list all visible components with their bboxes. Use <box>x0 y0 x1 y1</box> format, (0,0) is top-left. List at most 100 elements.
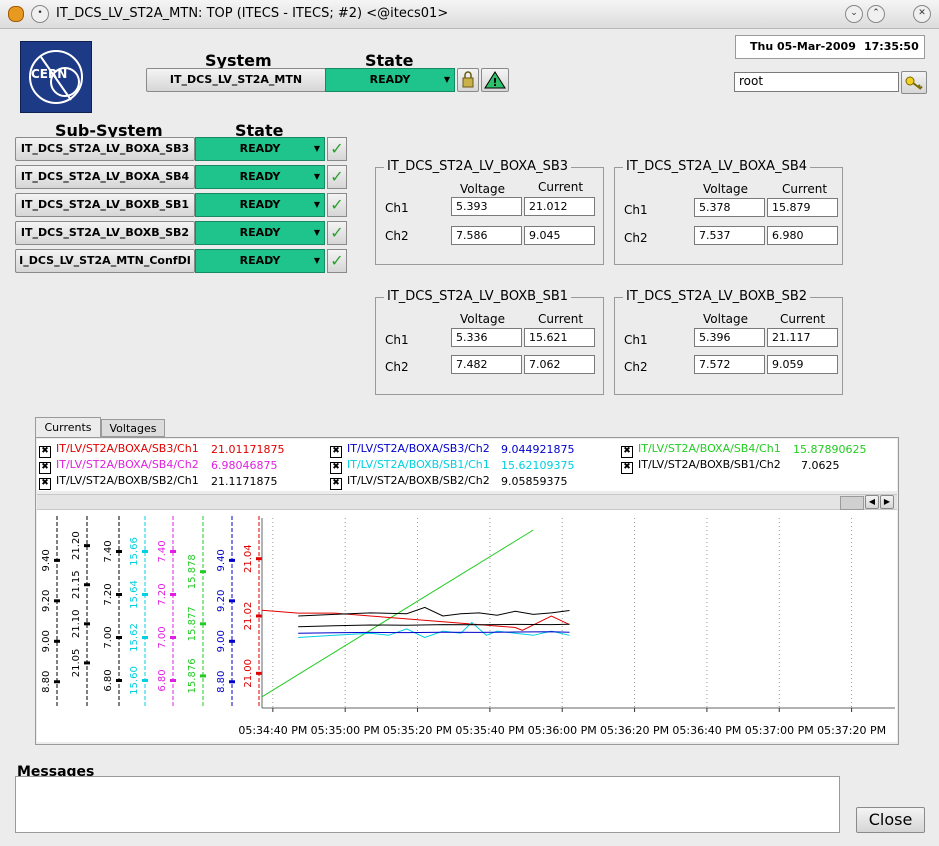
box-title: IT_DCS_ST2A_LV_BOXA_SB3 <box>384 159 572 174</box>
x-tick-label: 05:36:20 PM <box>600 724 669 737</box>
subsystem-state-dropdown[interactable]: READY ▼ <box>195 221 325 245</box>
y-tick <box>84 622 90 626</box>
subsystem-state-value: READY <box>239 254 281 267</box>
y-tick <box>170 679 176 682</box>
subsystem-button[interactable]: IT_DCS_ST2A_LV_BOXB_SB1 <box>15 193 195 217</box>
legend-value: 9.05859375 <box>501 475 568 488</box>
subsystem-button[interactable]: I_DCS_LV_ST2A_MTN_ConfDI <box>15 249 195 273</box>
y-tick <box>54 680 60 684</box>
y-tick-label: 9.00 <box>216 630 227 652</box>
subsystem-button[interactable]: IT_DCS_ST2A_LV_BOXA_SB4 <box>15 165 195 189</box>
warning-icon: ! <box>484 71 506 89</box>
checkmark-icon[interactable]: ✓ <box>327 249 347 273</box>
legend-item[interactable]: ✖ IT/LV/ST2A/BOXA/SB3/Ch1 <box>39 442 199 458</box>
y-tick-label: 15.66 <box>129 537 140 566</box>
y-tick <box>84 583 90 587</box>
current-label: Current <box>782 182 828 196</box>
checkmark-icon[interactable]: ✓ <box>327 221 347 245</box>
ch1-voltage-field: 5.378 <box>694 198 765 217</box>
y-tick <box>54 558 60 562</box>
tab-voltages[interactable]: Voltages <box>101 419 165 437</box>
ch2-current-field: 9.059 <box>767 355 838 374</box>
ch1-current-field: 15.879 <box>767 198 838 217</box>
ch2-label: Ch2 <box>385 229 409 243</box>
y-tick-label: 21.04 <box>243 544 254 573</box>
messages-box[interactable] <box>15 776 840 833</box>
subsystem-button[interactable]: IT_DCS_ST2A_LV_BOXB_SB2 <box>15 221 195 245</box>
checkmark-icon[interactable]: ✓ <box>327 137 347 161</box>
ch2-voltage-field: 7.537 <box>694 226 765 245</box>
checkmark-icon[interactable]: ✓ <box>327 193 347 217</box>
subsystem-state-dropdown[interactable]: READY ▼ <box>195 165 325 189</box>
checkbox-icon[interactable]: ✖ <box>330 446 342 458</box>
checkbox-icon[interactable]: ✖ <box>330 478 342 490</box>
subsystem-state-dropdown[interactable]: READY ▼ <box>195 137 325 161</box>
user-field[interactable]: root <box>734 72 899 92</box>
legend-value: 9.044921875 <box>501 443 575 456</box>
legend-value: 15.87890625 <box>793 443 867 456</box>
ch1-current-field: 21.012 <box>524 197 595 216</box>
subsystem-state-dropdown[interactable]: READY ▼ <box>195 193 325 217</box>
legend-item[interactable]: ✖ IT/LV/ST2A/BOXA/SB3/Ch2 <box>330 442 490 458</box>
lock-button[interactable] <box>457 68 479 92</box>
legend-item[interactable]: ✖ IT/LV/ST2A/BOXB/SB1/Ch2 <box>621 458 781 474</box>
legend-item[interactable]: ✖ IT/LV/ST2A/BOXB/SB2/Ch1 <box>39 474 199 490</box>
minimize-icon[interactable]: ⌄ <box>845 5 863 23</box>
chevron-down-icon: ▼ <box>313 144 320 153</box>
y-tick-label: 15.877 <box>187 606 198 641</box>
checkbox-icon[interactable]: ✖ <box>330 462 342 474</box>
system-state-value: READY <box>369 73 411 86</box>
trend-chart: 8.80 9.00 9.20 9.40 21.05 21.10 21.15 21.20 6.80… <box>37 510 897 742</box>
y-tick <box>170 636 176 639</box>
chevron-down-icon: ▼ <box>313 256 320 265</box>
voltage-label: Voltage <box>460 312 506 326</box>
window-menu-icon[interactable]: • <box>31 5 49 23</box>
legend-item[interactable]: ✖ IT/LV/ST2A/BOXB/SB2/Ch2 <box>330 474 490 490</box>
checkbox-icon[interactable]: ✖ <box>621 446 633 458</box>
login-button[interactable] <box>901 71 927 94</box>
y-tick <box>142 593 148 596</box>
scroll-left-icon[interactable]: ◀ <box>865 495 879 509</box>
cern-logo: CERN <box>20 41 92 113</box>
chevron-down-icon: ▼ <box>443 75 450 84</box>
checkbox-icon[interactable]: ✖ <box>39 446 51 458</box>
warning-button[interactable]: ! <box>481 68 509 92</box>
tab-currents[interactable]: Currents <box>35 417 101 437</box>
ch2-current-field: 7.062 <box>524 355 595 374</box>
datetime-display: Thu 05-Mar-2009 17:35:50 <box>735 35 925 59</box>
x-axis: 05:34:40 PM 05:35:00 PM 05:35:20 PM 05:35:4… <box>238 724 886 737</box>
time-text: 17:35:50 <box>864 40 919 53</box>
close-window-icon[interactable]: ✕ <box>913 5 931 23</box>
y-tick <box>54 599 60 603</box>
close-button[interactable]: Close <box>856 807 925 833</box>
legend-scrollbar[interactable]: ◀ ▶ <box>37 494 897 510</box>
scrollbar-thumb[interactable] <box>840 496 864 510</box>
voltage-label: Voltage <box>460 182 506 196</box>
lock-icon <box>462 71 474 88</box>
system-name-button[interactable]: IT_DCS_LV_ST2A_MTN <box>146 68 326 92</box>
y-tick-label: 9.20 <box>216 590 227 612</box>
scroll-right-icon[interactable]: ▶ <box>880 495 894 509</box>
legend-item[interactable]: ✖ IT/LV/ST2A/BOXA/SB4/Ch1 <box>621 442 781 458</box>
maximize-icon[interactable]: ⌃ <box>867 5 885 23</box>
voltage-label: Voltage <box>703 182 749 196</box>
y-tick <box>256 557 262 561</box>
system-state-dropdown[interactable]: READY ▼ <box>325 68 455 92</box>
legend-value: 15.62109375 <box>501 459 575 472</box>
x-tick-label: 05:37:00 PM <box>745 724 814 737</box>
checkbox-icon[interactable]: ✖ <box>621 462 633 474</box>
checkmark-icon[interactable]: ✓ <box>327 165 347 189</box>
legend-item[interactable]: ✖ IT/LV/ST2A/BOXA/SB4/Ch2 <box>39 458 199 474</box>
checkbox-icon[interactable]: ✖ <box>39 478 51 490</box>
legend-item[interactable]: ✖ IT/LV/ST2A/BOXB/SB1/Ch1 <box>330 458 490 474</box>
checkbox-icon[interactable]: ✖ <box>39 462 51 474</box>
y-tick <box>200 674 206 678</box>
subsystem-button[interactable]: IT_DCS_ST2A_LV_BOXA_SB3 <box>15 137 195 161</box>
y-tick <box>54 639 60 643</box>
y-tick-label: 7.00 <box>157 626 168 648</box>
y-tick <box>116 679 122 682</box>
subsystem-state-dropdown[interactable]: READY ▼ <box>195 249 325 273</box>
subsystem-state-value: READY <box>239 198 281 211</box>
ch1-label: Ch1 <box>385 333 409 347</box>
y-tick-label: 7.20 <box>157 583 168 605</box>
